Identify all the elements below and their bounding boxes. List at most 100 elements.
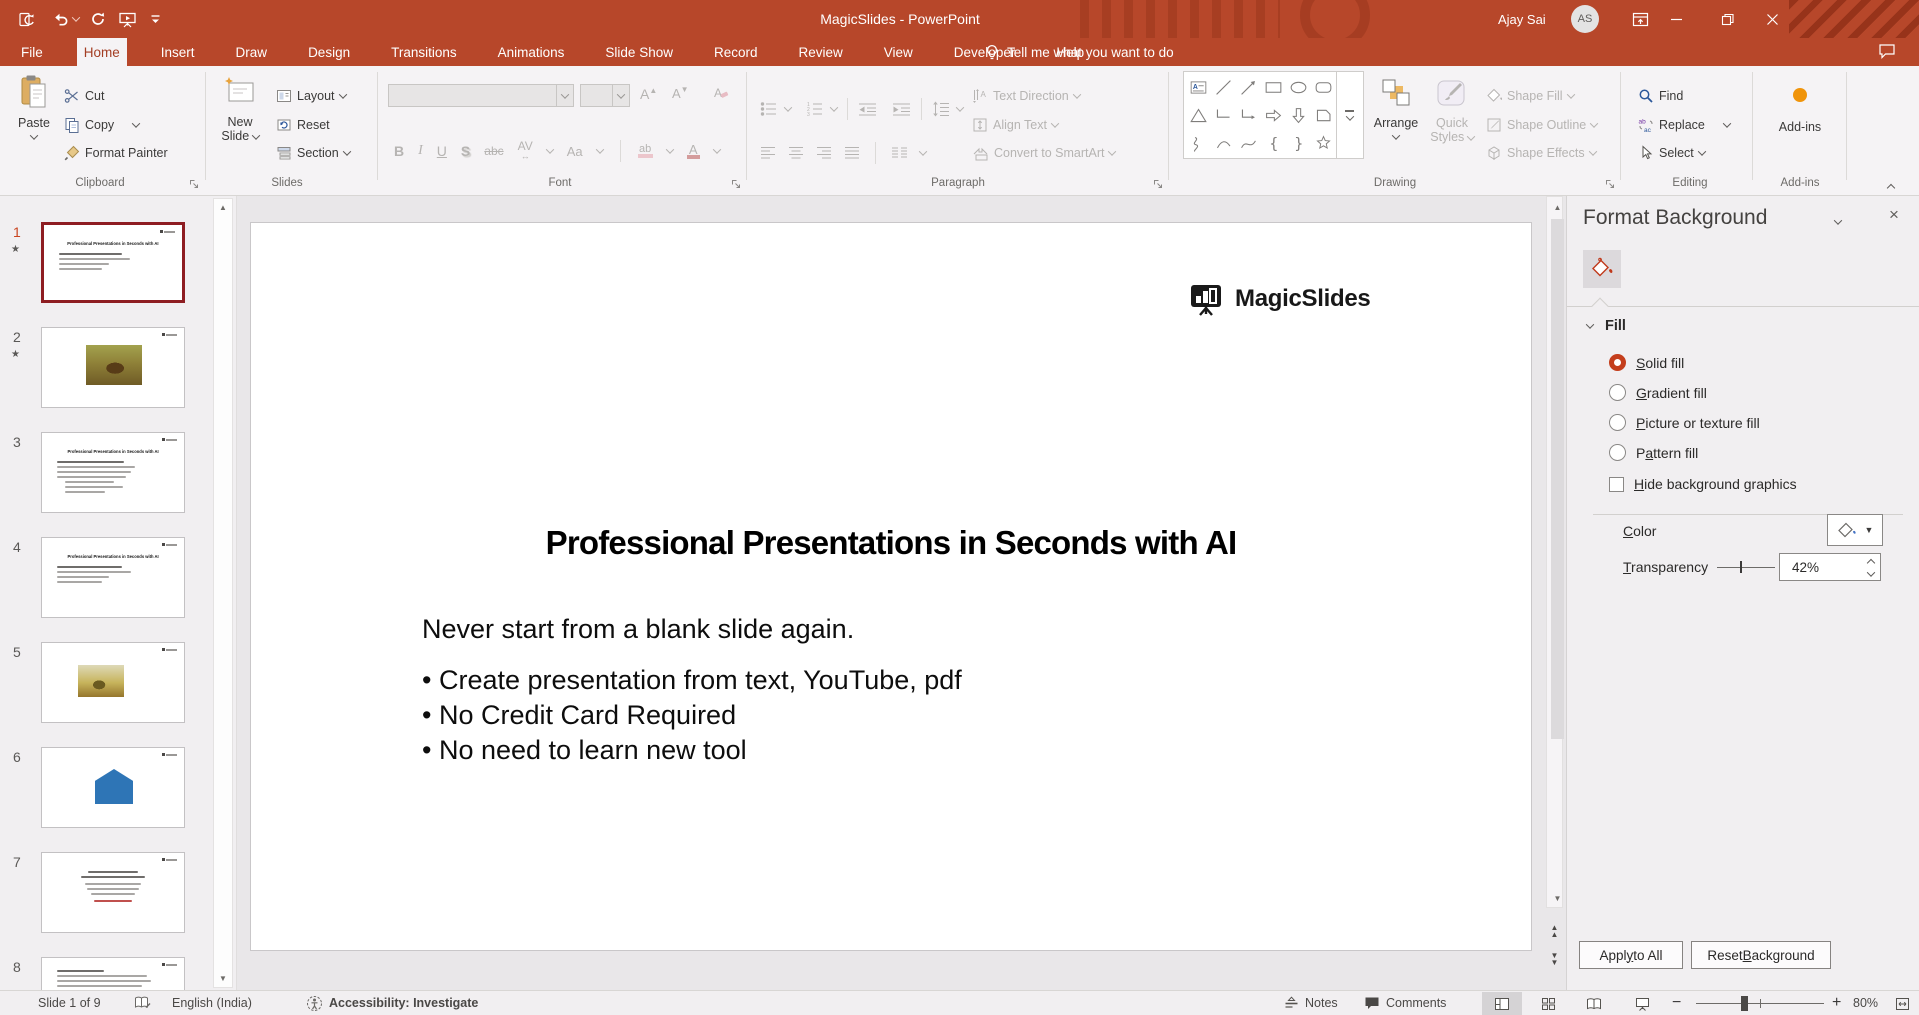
shape-right-brace-icon[interactable]: } — [1286, 129, 1311, 157]
undo-button[interactable] — [48, 7, 72, 31]
shape-arrow-icon[interactable] — [1236, 73, 1261, 101]
apply-to-all-button[interactable]: Apply to All — [1579, 941, 1683, 969]
fit-to-window-button[interactable] — [1888, 992, 1916, 1015]
slide-title[interactable]: Professional Presentations in Seconds wi… — [251, 524, 1531, 562]
undo-dropdown[interactable] — [70, 7, 82, 31]
previous-slide-button[interactable]: ▲▲ — [1546, 924, 1563, 946]
close-button[interactable] — [1750, 0, 1794, 38]
transparency-spinner[interactable] — [1868, 554, 1874, 582]
tab-file[interactable]: File — [14, 38, 50, 66]
cut-button[interactable]: Cut — [64, 88, 104, 104]
find-button[interactable]: Find — [1638, 88, 1683, 104]
scroll-down-button[interactable]: ▼ — [1549, 889, 1566, 907]
slide-logo[interactable]: MagicSlides — [1189, 281, 1370, 317]
select-button[interactable]: Select — [1638, 145, 1705, 161]
fill-option-picture-or-texture-fill[interactable]: Picture or texture fill — [1609, 414, 1760, 431]
tab-animations[interactable]: Animations — [491, 38, 572, 66]
replace-button[interactable]: abac Replace — [1638, 117, 1730, 133]
next-slide-button[interactable]: ▼▼ — [1546, 952, 1563, 974]
slide-thumbnail-6[interactable] — [41, 747, 185, 828]
align-justify-button[interactable] — [844, 146, 860, 160]
tab-draw[interactable]: Draw — [229, 38, 275, 66]
shape-curve-icon[interactable] — [1236, 129, 1261, 157]
shape-elbow-connector-icon[interactable] — [1211, 101, 1236, 129]
transparency-slider[interactable] — [1717, 566, 1775, 569]
zoom-level[interactable]: 80% — [1853, 991, 1878, 1015]
shape-fill-button[interactable]: Shape Fill — [1486, 88, 1574, 104]
zoom-slider-handle[interactable] — [1741, 996, 1748, 1011]
text-direction-button[interactable]: A Text Direction — [972, 88, 1080, 104]
slide-thumbnail-4[interactable]: Professional Presentations in Seconds wi… — [41, 537, 185, 618]
scroll-down-button[interactable]: ▼ — [214, 970, 232, 987]
font-size-combo[interactable] — [580, 84, 630, 107]
customize-quick-access-button[interactable] — [146, 7, 164, 31]
restore-button[interactable] — [1705, 0, 1749, 38]
shape-rounded-rectangle-icon[interactable] — [1311, 73, 1336, 101]
fill-option-gradient-fill[interactable]: Gradient fill — [1609, 384, 1707, 401]
shape-snip-corner-rectangle-icon[interactable] — [1311, 101, 1336, 129]
font-dialog-launcher[interactable] — [730, 178, 742, 190]
shape-straight-line-icon[interactable] — [1211, 73, 1236, 101]
arrange-button[interactable]: Arrange — [1368, 70, 1424, 140]
increase-indent-button[interactable] — [892, 102, 911, 117]
add-ins-button[interactable]: Add-ins — [1772, 70, 1828, 134]
section-button[interactable]: Section — [276, 145, 350, 161]
shape-isosceles-triangle-icon[interactable] — [1186, 101, 1211, 129]
columns-button[interactable] — [891, 146, 908, 160]
fill-option-solid-fill[interactable]: Solid fill — [1609, 354, 1684, 371]
shape-star-icon[interactable] — [1311, 129, 1336, 157]
shape-scribble-icon[interactable] — [1186, 129, 1211, 157]
transparency-input[interactable]: 42% — [1779, 553, 1881, 581]
shape-effects-button[interactable]: Shape Effects — [1486, 145, 1596, 161]
shape-oval-icon[interactable] — [1286, 73, 1311, 101]
spell-check-button[interactable] — [134, 991, 151, 1015]
convert-to-smartart-button[interactable]: Convert to SmartArt — [972, 145, 1115, 161]
hide-background-graphics-checkbox[interactable]: Hide background graphics — [1609, 476, 1797, 492]
align-right-button[interactable] — [816, 146, 832, 160]
tab-record[interactable]: Record — [707, 38, 765, 66]
font-name-combo[interactable] — [388, 84, 574, 107]
align-text-button[interactable]: Align Text — [972, 117, 1058, 133]
line-spacing-button[interactable] — [932, 101, 950, 117]
bullets-button[interactable] — [760, 101, 778, 117]
slide-thumbnail-3[interactable]: Professional Presentations in Seconds wi… — [41, 432, 185, 513]
zoom-out-button[interactable]: − — [1672, 991, 1681, 1015]
shape-elbow-arrow-connector-icon[interactable] — [1236, 101, 1261, 129]
redo-button[interactable] — [86, 7, 110, 31]
fill-tab[interactable] — [1583, 250, 1621, 288]
tab-home[interactable]: Home — [77, 38, 127, 66]
color-picker-button[interactable]: ▼ — [1827, 514, 1883, 546]
numbering-button[interactable]: 123 — [806, 101, 824, 117]
tab-slide-show[interactable]: Slide Show — [598, 38, 680, 66]
clipboard-dialog-launcher[interactable] — [188, 178, 200, 190]
shape-text-box-icon[interactable]: A — [1186, 73, 1211, 101]
scrollbar-thumb[interactable] — [1551, 219, 1564, 739]
underline-button[interactable]: U — [437, 143, 447, 159]
tab-design[interactable]: Design — [301, 38, 357, 66]
paste-button[interactable]: Paste — [10, 70, 58, 140]
comments-button[interactable]: Comments — [1364, 991, 1446, 1015]
paragraph-dialog-launcher[interactable] — [1152, 178, 1164, 190]
panel-close-button[interactable]: × — [1889, 205, 1899, 225]
fill-section-header[interactable]: Fill — [1587, 318, 1626, 334]
tab-insert[interactable]: Insert — [154, 38, 202, 66]
save-button[interactable] — [14, 7, 38, 31]
language-indicator[interactable]: English (India) — [172, 991, 252, 1015]
shape-arc-icon[interactable] — [1211, 129, 1236, 157]
align-left-button[interactable] — [760, 146, 776, 160]
share-comments-button[interactable] — [1878, 43, 1898, 61]
start-slideshow-button[interactable] — [114, 7, 140, 31]
slide-canvas[interactable]: MagicSlides Professional Presentations i… — [250, 222, 1532, 951]
avatar[interactable]: AS — [1571, 5, 1599, 33]
reset-background-button[interactable]: Reset Background — [1691, 941, 1831, 969]
highlight-color-button[interactable]: ab — [638, 145, 653, 158]
format-painter-button[interactable]: Format Painter — [64, 145, 168, 161]
clear-formatting-button[interactable]: A — [712, 84, 730, 102]
zoom-slider-track[interactable] — [1696, 995, 1824, 1011]
change-case-button[interactable]: Aa — [567, 144, 583, 159]
font-color-button[interactable]: A — [687, 144, 700, 159]
quick-styles-button[interactable]: Quick Styles — [1424, 70, 1480, 144]
slide-sorter-view-button[interactable] — [1528, 992, 1568, 1015]
shape-outline-button[interactable]: Shape Outline — [1486, 117, 1597, 133]
collapse-ribbon-button[interactable] — [1888, 178, 1894, 196]
